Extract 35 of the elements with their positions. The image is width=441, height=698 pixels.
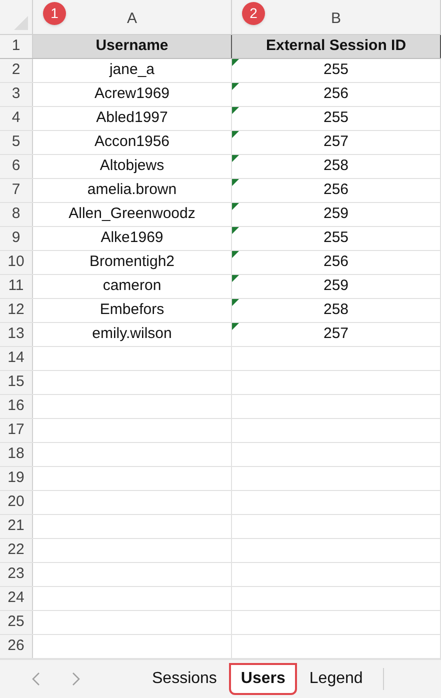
sheet-tab[interactable]: Legend bbox=[297, 663, 375, 695]
table-cell-text: Altobjews bbox=[100, 156, 164, 176]
chevron-right-icon[interactable] bbox=[72, 672, 80, 686]
table-cell-text: cameron bbox=[102, 276, 162, 296]
table-cell-text: amelia.brown bbox=[87, 180, 177, 200]
table-cell-text: 256 bbox=[323, 252, 349, 272]
sheet-tab[interactable]: Users bbox=[228, 663, 298, 695]
table-cell-text: emily.wilson bbox=[92, 324, 172, 344]
table-cell-text: 258 bbox=[323, 300, 349, 320]
table-cell-text: Abled1997 bbox=[96, 108, 168, 128]
table-cell-text: jane_a bbox=[109, 60, 155, 80]
table-cell-text: Bromentigh2 bbox=[89, 252, 175, 272]
table-cell-text: 259 bbox=[323, 276, 349, 296]
table-cell-text: 255 bbox=[323, 228, 349, 248]
column-header[interactable]: B bbox=[330, 8, 341, 30]
table-cell-text: Acrew1969 bbox=[94, 84, 170, 104]
table-cell-text: Alke1969 bbox=[100, 228, 164, 248]
table-cell-text: 257 bbox=[323, 132, 349, 152]
header-cell: External Session ID bbox=[232, 35, 441, 58]
number-badge: 2 bbox=[242, 2, 265, 25]
header-cell: Username bbox=[33, 35, 232, 58]
table-cell-text: 259 bbox=[323, 204, 349, 224]
table-cell-text: 257 bbox=[323, 324, 349, 344]
table-cell-text: 255 bbox=[323, 108, 349, 128]
table-cell-text: Accon1956 bbox=[94, 132, 170, 152]
table-cell-text: Embefors bbox=[100, 300, 164, 320]
table-cell-text: 256 bbox=[323, 84, 349, 104]
table-cell-text: Allen_Greenwoodz bbox=[68, 204, 196, 224]
table-cell-text: 256 bbox=[323, 180, 349, 200]
sheet-tab[interactable]: Sessions bbox=[140, 663, 229, 695]
chevron-left-icon[interactable] bbox=[32, 672, 40, 686]
table-cell-text: 255 bbox=[323, 60, 349, 80]
column-header[interactable]: A bbox=[126, 8, 137, 30]
table-cell-text: 258 bbox=[323, 156, 349, 176]
number-badge: 1 bbox=[43, 2, 66, 25]
